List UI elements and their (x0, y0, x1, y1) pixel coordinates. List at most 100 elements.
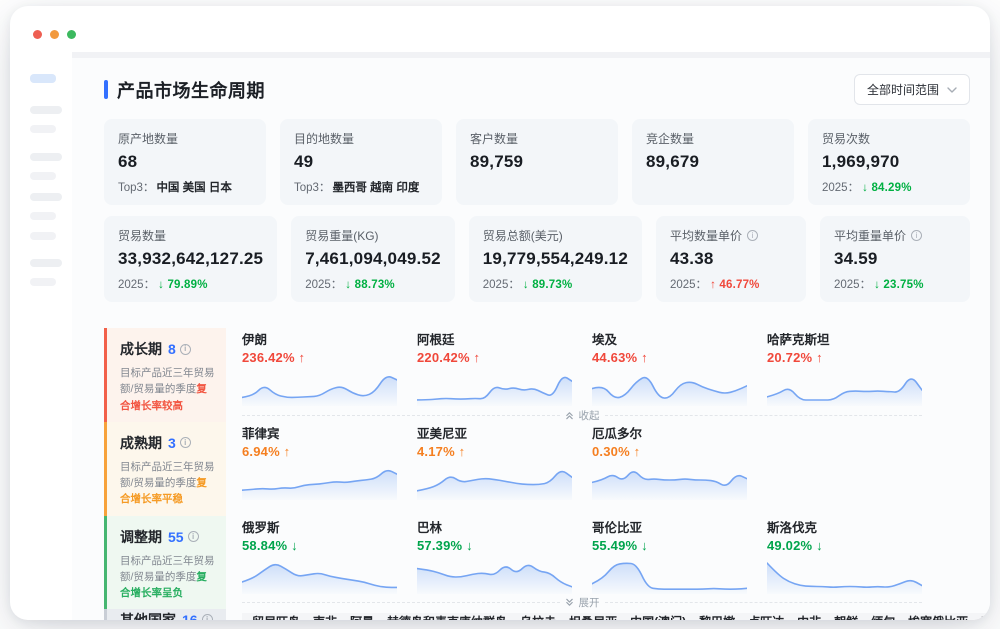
country-cell[interactable]: 菲律宾6.94% ↑ (242, 426, 397, 516)
country-growth-pct: 49.02% ↓ (767, 537, 922, 554)
country-name: 俄罗斯 (242, 520, 397, 536)
other-country-name: 留尼旺岛 (252, 613, 300, 620)
section-name: 成长期 (120, 339, 162, 359)
section-title: 成熟期3 (120, 433, 216, 453)
sidebar-item-skeleton (30, 153, 62, 161)
double-chevron-down-icon (565, 598, 574, 607)
country-cell[interactable]: 哥伦比亚55.49% ↓ (592, 520, 747, 597)
stats-area: 原产地数量68Top3：中国 美国 日本目的地数量49Top3：墨西哥 越南 印… (104, 119, 970, 302)
country-name: 厄瓜多尔 (592, 426, 747, 442)
stat-card: 目的地数量49Top3：墨西哥 越南 印度 (280, 119, 442, 205)
minimize-window-icon[interactable] (50, 30, 59, 39)
stats-row-2: 贸易数量33,932,642,127.252025：↓ 79.89%贸易重量(K… (104, 216, 970, 302)
other-country-name: 赫德岛和麦克唐纳群岛 (387, 613, 507, 620)
country-cell[interactable]: 亚美尼亚4.17% ↑ (417, 426, 572, 516)
stat-card-value: 89,679 (646, 152, 780, 172)
country-name: 伊朗 (242, 332, 397, 348)
trend-sparkline-chart (417, 463, 572, 500)
section-content-other: 留尼旺岛南非阿曼赫德岛和麦克唐纳群岛乌拉圭坦桑尼亚中国(澳门)黎巴嫩卢旺达中非朝… (226, 609, 990, 620)
section-row-adjust: 调整期55目标产品近三年贸易额/贸易量的季度复合增长率呈负俄罗斯58.84% ↓… (104, 516, 970, 610)
sidebar (30, 74, 70, 286)
yoy-year-label: 2025： (483, 279, 520, 291)
country-growth-pct: 0.30% ↑ (592, 443, 747, 460)
trend-down-value: ↓ 88.73% (345, 279, 395, 291)
country-growth-pct: 55.49% ↓ (592, 537, 747, 554)
country-cell[interactable]: 伊朗236.42% ↑ (242, 332, 397, 409)
section-content-mature: 菲律宾6.94% ↑亚美尼亚4.17% ↑厄瓜多尔0.30% ↑ (226, 422, 970, 516)
stat-card-label-text: 平均重量单价 (834, 227, 906, 244)
info-icon[interactable] (747, 230, 758, 241)
country-cell[interactable]: 巴林57.39% ↓ (417, 520, 572, 597)
trend-sparkline-chart (767, 557, 922, 594)
country-name: 亚美尼亚 (417, 426, 572, 442)
stat-card: 平均重量单价34.592025：↓ 23.75% (820, 216, 970, 302)
trend-down-value: ↓ 79.89% (158, 279, 208, 291)
other-country-name: 斐济 (981, 613, 990, 620)
country-growth-pct: 236.42% ↑ (242, 349, 397, 366)
collapse-toggle[interactable]: 收起 (242, 409, 922, 422)
stat-card-label-text: 贸易重量(KG) (305, 227, 378, 244)
country-cell[interactable]: 阿根廷220.42% ↑ (417, 332, 572, 409)
other-country-name: 阿曼 (350, 613, 374, 620)
info-icon[interactable] (202, 614, 213, 620)
stat-card-value: 1,969,970 (822, 152, 956, 172)
other-country-name: 缅甸 (871, 613, 895, 620)
section-count: 8 (168, 341, 176, 357)
stat-card: 客户数量89,759 (456, 119, 618, 205)
section-name: 其他国家 (120, 610, 176, 620)
sidebar-item-skeleton (30, 278, 56, 286)
stat-card-label: 平均重量单价 (834, 227, 956, 244)
country-growth-pct: 44.63% ↑ (592, 349, 747, 366)
country-cell[interactable]: 埃及44.63% ↑ (592, 332, 747, 409)
section-title: 调整期55 (120, 527, 216, 547)
stat-card-value: 34.59 (834, 249, 956, 269)
info-icon[interactable] (180, 344, 191, 355)
country-grid: 伊朗236.42% ↑ 阿根廷220.42% ↑ 埃及44.63% ↑ 哈萨克斯坦20… (242, 332, 922, 409)
country-cell[interactable]: 厄瓜多尔0.30% ↑ (592, 426, 747, 516)
country-cell[interactable]: 斯洛伐克49.02% ↓ (767, 520, 922, 597)
time-range-select[interactable]: 全部时间范围 (854, 74, 970, 105)
close-window-icon[interactable] (33, 30, 42, 39)
stat-card-label: 目的地数量 (294, 130, 428, 147)
info-icon[interactable] (911, 230, 922, 241)
section-title: 成长期 8 (120, 339, 216, 359)
info-icon[interactable] (188, 531, 199, 542)
section-row-growth: 成长期8目标产品近三年贸易额/贸易量的季度复合增长率较高伊朗236.42% ↑阿… (104, 328, 970, 422)
top3-label: Top3： (294, 182, 330, 194)
trend-sparkline-chart (242, 557, 397, 594)
stat-card-yoy: 2025：↓ 79.89% (118, 276, 263, 292)
expand-toggle[interactable]: 展开 (242, 596, 922, 609)
country-grid: 俄罗斯58.84% ↓ 巴林57.39% ↓ 哥伦比亚55.49% ↓ 斯洛伐克49.… (242, 520, 922, 597)
stat-card-label: 竞企数量 (646, 130, 780, 147)
stat-card-yoy: 2025：↓ 84.29% (822, 179, 956, 195)
yoy-year-label: 2025： (305, 279, 342, 291)
section-content-adjust: 俄罗斯58.84% ↓ 巴林57.39% ↓ 哥伦比亚55.49% ↓ 斯洛伐克49.… (226, 516, 970, 610)
stat-card: 贸易重量(KG) 7,461,094,049.52 2025：↓ 88.73% (291, 216, 455, 302)
info-icon[interactable] (180, 437, 191, 448)
maximize-window-icon[interactable] (67, 30, 76, 39)
country-name: 菲律宾 (242, 426, 397, 442)
stat-card-label-text: 贸易总额(美元) (483, 227, 563, 244)
country-cell[interactable]: 俄罗斯58.84% ↓ (242, 520, 397, 597)
section-name: 成熟期 (120, 433, 162, 453)
country-grid: 菲律宾6.94% ↑亚美尼亚4.17% ↑厄瓜多尔0.30% ↑ (242, 426, 922, 516)
country-cell[interactable]: 哈萨克斯坦20.72% ↑ (767, 332, 922, 409)
stat-card-label: 贸易次数 (822, 130, 956, 147)
other-countries-list: 留尼旺岛南非阿曼赫德岛和麦克唐纳群岛乌拉圭坦桑尼亚中国(澳门)黎巴嫩卢旺达中非朝… (242, 613, 990, 620)
trend-sparkline-chart (242, 463, 397, 500)
yoy-year-label: 2025： (670, 279, 707, 291)
country-name: 斯洛伐克 (767, 520, 922, 536)
panel-top-strip (72, 52, 990, 58)
top3-value: 墨西哥 越南 印度 (332, 182, 419, 194)
country-growth-pct: 6.94% ↑ (242, 443, 397, 460)
section-label-card-other: 其他国家16 (104, 609, 226, 620)
sidebar-item-skeleton (30, 106, 62, 114)
stat-card-top3: Top3：墨西哥 越南 印度 (294, 179, 428, 195)
sidebar-item-skeleton (30, 125, 56, 133)
stat-card-yoy: 2025：↓ 88.73% (305, 276, 441, 292)
trend-up-value: ↑ 46.77% (710, 279, 760, 291)
double-chevron-up-icon (565, 411, 574, 420)
stat-card-value: 7,461,094,049.52 (305, 249, 441, 269)
stat-card-label-text: 贸易次数 (822, 130, 870, 147)
stat-card-label: 贸易数量 (118, 227, 263, 244)
